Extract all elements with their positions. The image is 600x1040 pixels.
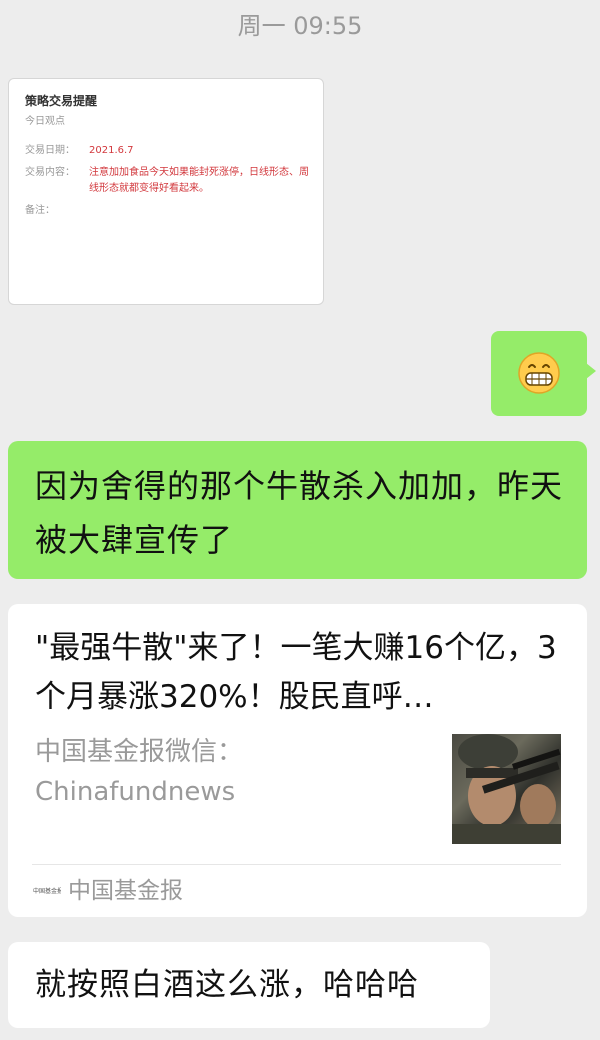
card-divider xyxy=(32,864,561,865)
svg-text:中国基金报: 中国基金报 xyxy=(33,887,61,894)
received-message-bubble[interactable]: 就按照白酒这么涨，哈哈哈 xyxy=(8,942,490,1028)
source-name: 中国基金报 xyxy=(68,878,183,904)
note-remark-label: 备注： xyxy=(25,205,55,216)
note-date-label: 交易日期： xyxy=(25,145,75,156)
message-timestamp: 周一 09:55 xyxy=(237,12,363,40)
note-subtitle: 今日观点 xyxy=(25,116,65,127)
grinning-face-icon xyxy=(518,352,560,394)
emoji-message-bubble[interactable] xyxy=(491,331,596,416)
sent-message-bubble[interactable]: 因为舍得的那个牛散杀入加加，昨天被大肆宣传了 xyxy=(8,441,587,579)
article-thumbnail xyxy=(452,734,561,844)
source-logo-icon: 中国基金报 xyxy=(33,887,61,894)
article-title: "最强牛散"来了！一笔大赚16个亿，3个月暴涨320%！股民直呼… xyxy=(35,630,557,715)
note-date-value: 2021.6.7 xyxy=(89,145,134,156)
note-remark-value xyxy=(89,203,309,219)
note-title: 策略交易提醒 xyxy=(25,94,98,108)
soldier-photo-icon xyxy=(452,734,561,844)
note-content-label: 交易内容： xyxy=(25,167,75,178)
article-link-card[interactable]: "最强牛散"来了！一笔大赚16个亿，3个月暴涨320%！股民直呼… 中国基金报微… xyxy=(8,604,587,917)
article-description: 中国基金报微信：Chinafundnews xyxy=(35,737,244,807)
note-date-row: 交易日期： 2021.6.7 xyxy=(25,143,309,159)
image-message-note[interactable]: 策略交易提醒 今日观点 交易日期： 2021.6.7 交易内容： 注意加加食品今… xyxy=(8,78,324,305)
note-content-value: 注意加加食品今天如果能封死涨停，日线形态、周线形态就都变得好看起来。 xyxy=(89,167,309,194)
note-remark-row: 备注： xyxy=(25,203,309,219)
note-content-row: 交易内容： 注意加加食品今天如果能封死涨停，日线形态、周线形态就都变得好看起来。 xyxy=(25,165,309,197)
